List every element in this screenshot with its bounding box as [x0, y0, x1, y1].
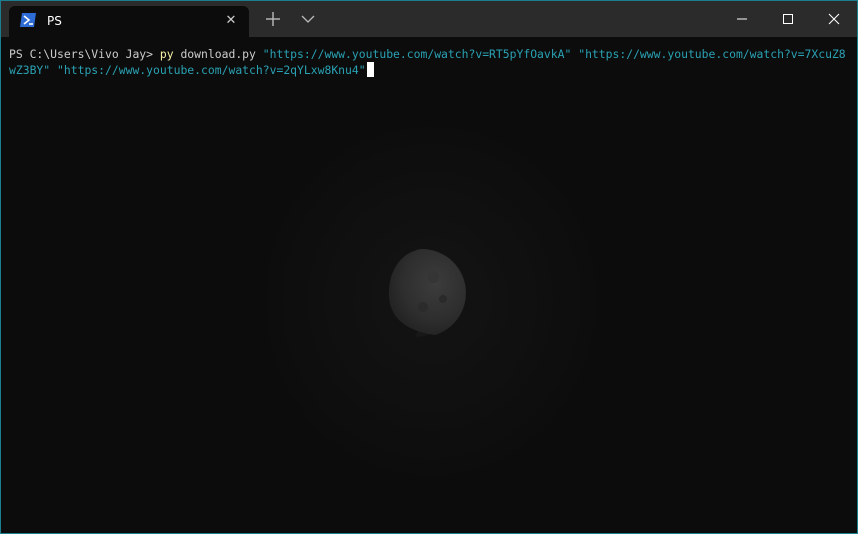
tab-dropdown-button[interactable]: [299, 11, 317, 27]
url-argument-3: "https://www.youtube.com/watch?v=2qYLxw8…: [50, 63, 366, 77]
tab-ps[interactable]: PS ✕: [9, 6, 249, 37]
url-argument-1: "https://www.youtube.com/watch?v=RT5pYfO…: [262, 47, 572, 61]
close-window-button[interactable]: [811, 1, 857, 37]
command: py: [159, 47, 174, 61]
title-bar[interactable]: PS ✕: [1, 1, 857, 37]
tab-close-button[interactable]: ✕: [222, 12, 240, 30]
tab-title: PS: [47, 14, 62, 28]
minimize-button[interactable]: [719, 1, 765, 37]
moon-background: [388, 248, 466, 337]
command-argument: download.py: [173, 47, 263, 61]
terminal-output[interactable]: PS C:\Users\Vivo Jay> py download.py "ht…: [9, 46, 851, 78]
text-cursor: [366, 62, 374, 77]
maximize-button[interactable]: [765, 1, 811, 37]
powershell-icon: [20, 13, 36, 27]
terminal-window: PS ✕ PS C:\Users\Vivo Jay> py download.p…: [0, 0, 858, 534]
prompt: PS C:\Users\Vivo Jay>: [9, 47, 160, 61]
new-tab-button[interactable]: [263, 9, 283, 29]
